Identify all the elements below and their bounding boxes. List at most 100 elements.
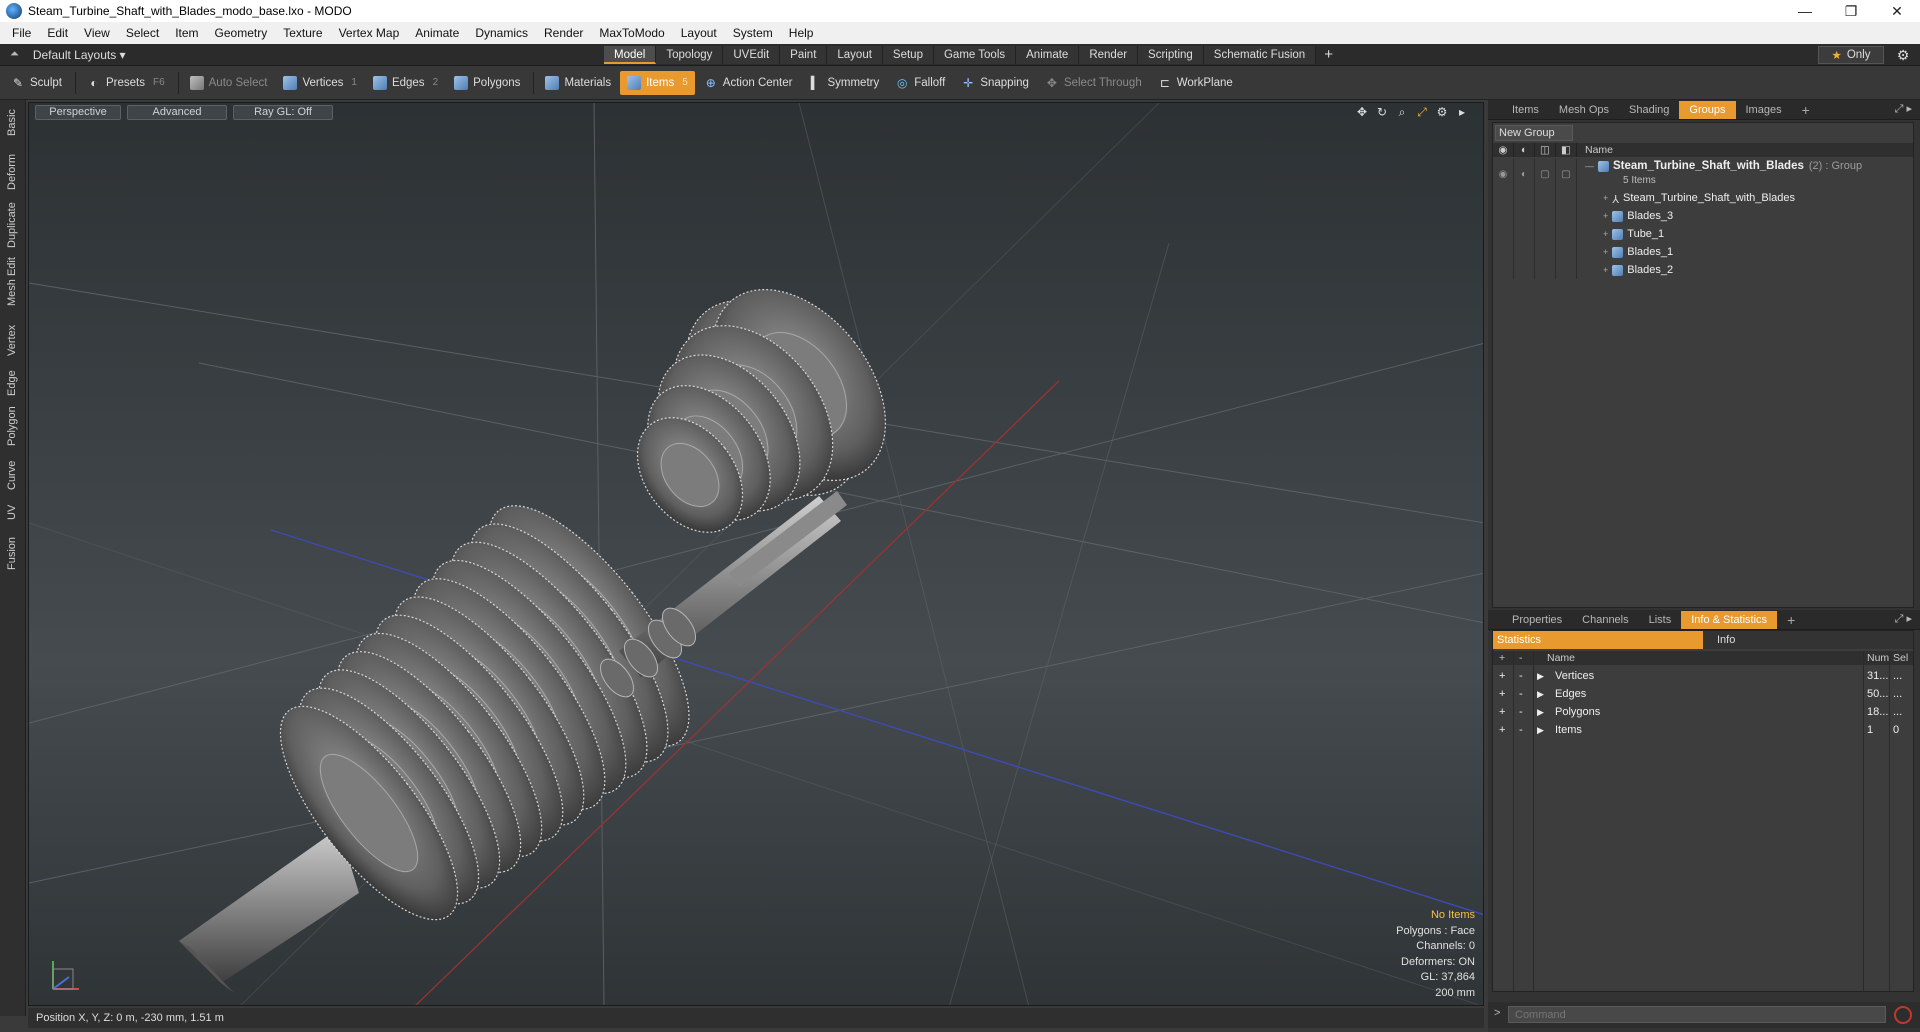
rotate-icon[interactable]: ↻ [1375,105,1389,120]
tab-setup[interactable]: Setup [882,46,934,64]
visibility-col-icon[interactable]: ◉ [1493,143,1514,157]
menu-animate[interactable]: Animate [407,26,467,40]
subtab-statistics[interactable]: Statistics [1493,631,1703,649]
add-icon[interactable]: + [1499,667,1505,685]
remove-icon[interactable]: - [1519,685,1523,703]
new-group-button[interactable]: New Group [1495,125,1573,141]
menu-vertex-map[interactable]: Vertex Map [331,26,408,40]
remove-icon[interactable]: - [1519,667,1523,685]
close-button[interactable]: ✕ [1874,0,1920,22]
lock-toggle-icon[interactable]: ▢ [1535,159,1556,189]
select-col-icon[interactable]: ◧ [1556,143,1577,157]
expand-arrow-icon[interactable]: + [1603,247,1608,257]
action-center-button[interactable]: ⊕ Action Center [697,71,800,95]
remove-icon[interactable]: - [1519,703,1523,721]
table-row[interactable]: + - ▶ Edges 50... ... [1493,685,1913,703]
tab-schematic-fusion[interactable]: Schematic Fusion [1203,46,1317,64]
select-through-button[interactable]: ✥ Select Through [1038,71,1149,95]
menu-maxtomodo[interactable]: MaxToModo [591,26,672,40]
expand-triangle-icon[interactable]: ▶ [1537,667,1544,685]
expand-triangle-icon[interactable]: ▶ [1537,703,1544,721]
menu-view[interactable]: View [76,26,118,40]
menu-texture[interactable]: Texture [275,26,330,40]
workplane-button[interactable]: ⊏ WorkPlane [1151,71,1240,95]
list-item[interactable]: + Blades_1 [1493,243,1913,261]
panel-expand-icon[interactable]: ⤢ ▸ [1895,102,1912,116]
only-button[interactable]: ★ Only [1818,46,1884,64]
tab-channels[interactable]: Channels [1572,611,1638,629]
menu-edit[interactable]: Edit [39,26,76,40]
list-item[interactable]: + Blades_2 [1493,261,1913,279]
remove-icon[interactable]: - [1519,721,1523,739]
tab-uvedit[interactable]: UVEdit [723,46,781,64]
tab-model[interactable]: Model [604,46,657,64]
eye-icon[interactable]: ◉ [1493,159,1514,189]
tab-scripting[interactable]: Scripting [1138,46,1204,64]
tab-topology[interactable]: Topology [656,46,724,64]
gear-icon[interactable]: ⚙ [1894,46,1912,64]
panel-expand-icon[interactable]: ⤢ ▸ [1895,612,1912,626]
expand-triangle-icon[interactable]: ▶ [1537,685,1544,703]
add-panel-tab-icon[interactable]: + [1792,101,1820,119]
list-item[interactable]: + Tube_1 [1493,225,1913,243]
add-tab-icon[interactable]: + [1316,46,1341,64]
tab-shading[interactable]: Shading [1619,101,1679,119]
3d-viewport[interactable]: Perspective Advanced Ray GL: Off ✥ ↻ ⌕ ⤢… [28,102,1484,1006]
vertices-button[interactable]: Vertices 1 [276,71,363,95]
tab-groups[interactable]: Groups [1679,100,1736,119]
render-col-icon[interactable]: ◐ [1514,143,1535,157]
table-row[interactable]: + - ▶ Items 1 0 [1493,721,1913,739]
expand-arrow-icon[interactable]: ▸ [1455,105,1469,120]
expand-arrow-icon[interactable]: + [1603,193,1608,203]
sculpt-button[interactable]: ✎ Sculpt [4,71,69,95]
tab-paint[interactable]: Paint [780,46,828,64]
auto-select-button[interactable]: Auto Select [183,71,275,95]
menu-help[interactable]: Help [781,26,822,40]
add-icon[interactable]: + [1499,721,1505,739]
command-input[interactable] [1508,1006,1886,1023]
table-row[interactable]: + - ▶ Polygons 18... ... [1493,703,1913,721]
menu-file[interactable]: File [4,26,39,40]
view-mode-selector[interactable]: Perspective [35,105,121,120]
add-icon[interactable]: + [1499,703,1505,721]
list-item[interactable]: + Blades_3 [1493,207,1913,225]
fit-icon[interactable]: ⤢ [1415,105,1429,120]
menu-geometry[interactable]: Geometry [207,26,276,40]
pan-icon[interactable]: ✥ [1355,105,1369,120]
tab-render[interactable]: Render [1079,46,1139,64]
tab-animate[interactable]: Animate [1016,46,1080,64]
items-button[interactable]: Items 5 [620,70,695,95]
tab-images[interactable]: Images [1736,101,1792,119]
menu-system[interactable]: System [725,26,781,40]
menu-render[interactable]: Render [536,26,591,40]
group-row[interactable]: ◉ ◐ ▢ ▢ — Steam_Turbine_Shaft_with_Blade… [1493,159,1913,189]
tab-lists[interactable]: Lists [1639,611,1682,629]
collapse-arrow-icon[interactable]: — [1585,161,1594,171]
list-item[interactable]: + ⅄ Steam_Turbine_Shaft_with_Blades [1493,189,1913,207]
maximize-button[interactable]: ❐ [1828,0,1874,22]
menu-layout[interactable]: Layout [673,26,725,40]
menu-item[interactable]: Item [167,26,206,40]
raygl-toggle[interactable]: Ray GL: Off [233,105,333,120]
tab-properties[interactable]: Properties [1502,611,1572,629]
expand-arrow-icon[interactable]: + [1603,211,1608,221]
render-toggle-icon[interactable]: ◐ [1514,159,1535,189]
minimize-button[interactable]: — [1782,0,1828,22]
tab-items[interactable]: Items [1502,101,1549,119]
select-toggle-icon[interactable]: ▢ [1556,159,1577,189]
collapse-all-icon[interactable]: - [1519,651,1523,665]
polygons-button[interactable]: Polygons [447,71,527,95]
menu-select[interactable]: Select [118,26,167,40]
edges-button[interactable]: Edges 2 [366,71,445,95]
expand-all-icon[interactable]: + [1499,651,1505,665]
falloff-button[interactable]: ◎ Falloff [888,71,952,95]
expand-triangle-icon[interactable]: ▶ [1537,721,1544,739]
shading-selector[interactable]: Advanced [127,105,227,120]
viewport-settings-icon[interactable]: ⚙ [1435,105,1449,120]
subtab-info[interactable]: Info [1703,631,1913,649]
table-row[interactable]: + - ▶ Vertices 31... ... [1493,667,1913,685]
layout-dropdown[interactable]: ⏶ Default Layouts ▾ [10,48,126,62]
add-panel-tab-icon[interactable]: + [1777,611,1805,629]
snapping-button[interactable]: ✛ Snapping [954,71,1036,95]
record-icon[interactable] [1894,1006,1912,1024]
